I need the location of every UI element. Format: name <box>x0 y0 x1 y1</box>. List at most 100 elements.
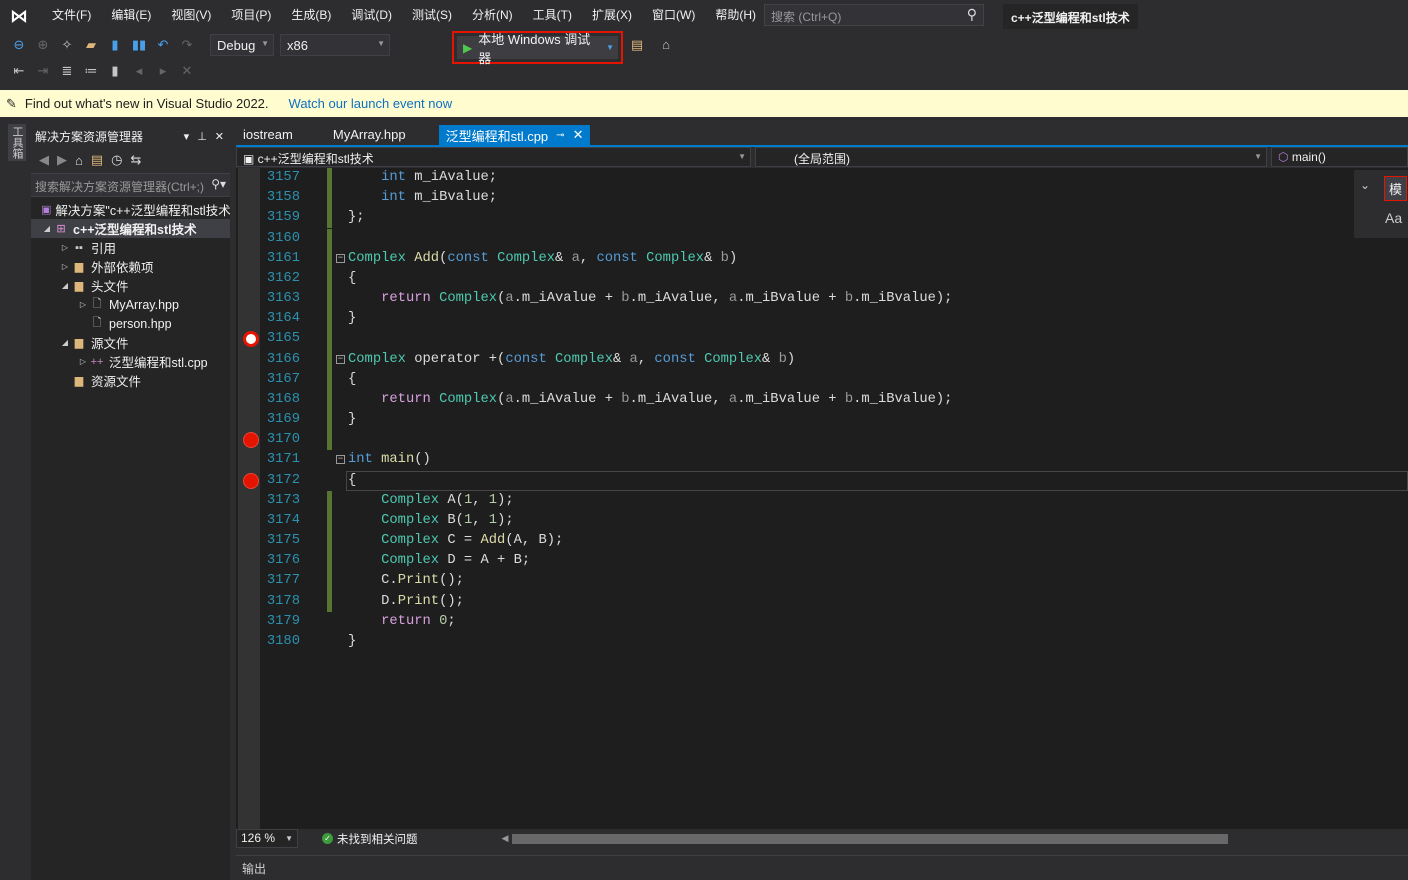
bookmark-icon[interactable]: ▮ <box>106 63 124 79</box>
menu-item[interactable]: 编辑(E) <box>101 0 161 31</box>
tab-myarray[interactable]: MyArray.hpp <box>326 125 413 145</box>
tree-item[interactable]: ▆ 资源文件 <box>31 371 230 390</box>
chevron-down-icon[interactable]: ⌄ <box>1360 178 1370 192</box>
screenshot-icon[interactable]: ⌂ <box>657 37 675 52</box>
code-line[interactable]: 3172{ <box>236 470 1408 491</box>
menu-item[interactable]: 视图(V) <box>161 0 221 31</box>
home-icon[interactable]: ⌂ <box>75 153 83 168</box>
redo-icon[interactable]: ↷ <box>178 37 196 53</box>
menu-item[interactable]: 调试(D) <box>341 0 402 31</box>
config-dropdown[interactable]: Debug ▼ <box>210 34 274 56</box>
code-line[interactable]: 3159}; <box>236 208 1408 229</box>
expander-icon[interactable]: ▷ <box>59 243 71 252</box>
code-line[interactable]: 3165 <box>236 329 1408 350</box>
code-line[interactable]: 3173 Complex A(1, 1); <box>236 490 1408 511</box>
code-line[interactable]: 3178 D.Print(); <box>236 591 1408 612</box>
code-line[interactable]: 3160 <box>236 228 1408 249</box>
pin-icon[interactable]: ⊸ <box>556 130 564 141</box>
code-line[interactable]: 3176 Complex D = A + B; <box>236 551 1408 572</box>
collapse-icon[interactable]: − <box>336 455 345 465</box>
code-editor[interactable]: 3157 int m_iAvalue; 3158 int m_iBvalue; 31… <box>236 168 1408 829</box>
code-line[interactable]: 3161− Complex Add(const Complex& a, const… <box>236 248 1408 269</box>
sync-icon[interactable]: ⇆ <box>131 152 142 168</box>
code-line[interactable]: 3167{ <box>236 369 1408 390</box>
back-icon[interactable]: ⊖ <box>10 37 28 53</box>
menu-item[interactable]: 帮助(H) <box>705 0 766 31</box>
code-line[interactable]: 3174 Complex B(1, 1); <box>236 510 1408 532</box>
member-dropdown[interactable]: ⬡ main() <box>1271 147 1408 167</box>
search-input[interactable]: 搜索 (Ctrl+Q) ⚲ <box>764 4 984 26</box>
tab-main-cpp[interactable]: 泛型编程和stl.cpp ⊸ ✕ <box>438 125 591 145</box>
code-line[interactable]: 3169} <box>236 410 1408 431</box>
expander-icon[interactable]: ▷ <box>77 357 89 366</box>
menu-item[interactable]: 工具(T) <box>523 0 582 31</box>
tree-item[interactable]: ▣ 解决方案"c++泛型编程和stl技术" <box>31 200 230 219</box>
issues-status[interactable]: 未找到相关问题 <box>337 831 418 847</box>
open-icon[interactable]: ▰ <box>82 37 100 53</box>
code-line[interactable]: 3163 return Complex(a.m_iAvalue + b.m_iA… <box>236 289 1408 310</box>
horizontal-scrollbar[interactable] <box>512 833 1229 844</box>
pending-changes-icon[interactable]: ◷ <box>111 152 122 168</box>
menu-item[interactable]: 分析(N) <box>462 0 523 31</box>
chevron-down-icon[interactable]: ▼ <box>606 43 614 52</box>
tab-iostream[interactable]: iostream <box>236 125 300 145</box>
menu-item[interactable]: 窗口(W) <box>642 0 705 31</box>
tree-item[interactable]: ▷ ++ 泛型编程和stl.cpp <box>31 352 230 371</box>
solution-search-input[interactable]: 搜索解决方案资源管理器(Ctrl+;) ⚲▾ <box>31 173 230 197</box>
code-line[interactable]: 3170 <box>236 430 1408 451</box>
match-case-toggle[interactable]: Aa <box>1385 210 1402 226</box>
code-line[interactable]: 3158 int m_iBvalue; <box>236 188 1408 209</box>
code-line[interactable]: 3164} <box>236 309 1408 330</box>
tree-item[interactable]: ▷ ▆ 外部依赖项 <box>31 257 230 276</box>
code-line[interactable]: 3179 return 0; <box>236 612 1408 632</box>
tree-item[interactable]: ◢ ⊞ c++泛型编程和stl技术 <box>31 219 230 238</box>
output-panel-tab[interactable]: 输出 <box>236 855 1408 880</box>
scroll-left-icon[interactable]: ◀ <box>502 833 509 844</box>
dropdown-icon[interactable]: ▾ <box>184 130 190 143</box>
back-icon[interactable]: ◀ <box>39 152 49 168</box>
expander-icon[interactable]: ◢ <box>59 338 71 347</box>
run-debugger-button[interactable]: ▶ 本地 Windows 调试器 ▼ <box>452 31 623 66</box>
close-icon[interactable]: ✕ <box>215 130 224 143</box>
code-line[interactable]: 3162{ <box>236 268 1408 289</box>
tree-item[interactable]: ▷ ▪▪ 引用 <box>31 238 230 257</box>
menu-item[interactable]: 测试(S) <box>402 0 462 31</box>
menu-item[interactable]: 扩展(X) <box>582 0 642 31</box>
code-line[interactable]: 3168 return Complex(a.m_iAvalue + b.m_iA… <box>236 389 1408 411</box>
outdent-icon[interactable]: ⇥ <box>34 63 52 79</box>
tree-item[interactable]: ◢ ▆ 源文件 <box>31 333 230 352</box>
collapse-icon[interactable]: − <box>336 253 345 263</box>
menu-item[interactable]: 项目(P) <box>221 0 281 31</box>
expander-icon[interactable]: ▷ <box>77 300 89 309</box>
code-line[interactable]: 3157 int m_iAvalue; <box>236 168 1408 189</box>
next-bookmark-icon[interactable]: ▸ <box>154 63 172 79</box>
pin-icon[interactable]: ⊥ <box>197 130 207 143</box>
zoom-dropdown[interactable]: 126 % ▼ <box>236 829 298 848</box>
clear-bookmarks-icon[interactable]: ✕ <box>178 63 196 79</box>
tree-item[interactable]: ▷ 🗋 MyArray.hpp <box>31 295 230 314</box>
collapse-icon[interactable]: − <box>336 354 345 364</box>
toolbox-tab[interactable]: 工具箱 <box>8 124 26 161</box>
save-all-icon[interactable]: ▮▮ <box>130 37 148 53</box>
save-icon[interactable]: ▮ <box>106 37 124 53</box>
prev-bookmark-icon[interactable]: ◂ <box>130 63 148 79</box>
expander-icon[interactable]: ◢ <box>41 224 53 233</box>
code-line[interactable]: 3177 C.Print(); <box>236 571 1408 592</box>
code-line[interactable]: 3180} <box>236 632 1408 652</box>
new-project-icon[interactable]: ✧ <box>58 37 76 53</box>
code-line[interactable]: 3171− int main() <box>236 450 1408 470</box>
tree-item[interactable]: ◢ ▆ 头文件 <box>31 276 230 295</box>
find-in-files-icon[interactable]: ▤ <box>628 37 646 53</box>
project-dropdown[interactable]: ▣ c++泛型编程和stl技术 ▼ <box>236 147 751 167</box>
expander-icon[interactable]: ◢ <box>59 281 71 290</box>
forward-icon[interactable]: ▶ <box>57 152 67 168</box>
scope-dropdown[interactable]: (全局范围) ▼ <box>755 147 1267 167</box>
code-line[interactable]: 3175 Complex C = Add(A, B); <box>236 531 1408 552</box>
forward-icon[interactable]: ⊕ <box>34 37 52 53</box>
tree-item[interactable]: 🗋 person.hpp <box>31 314 230 333</box>
launch-event-link[interactable]: Watch our launch event now <box>289 96 453 111</box>
platform-dropdown[interactable]: x86 ▼ <box>280 34 390 56</box>
expander-icon[interactable]: ▷ <box>59 262 71 271</box>
menu-item[interactable]: 文件(F) <box>42 0 101 31</box>
close-icon[interactable]: ✕ <box>573 127 584 143</box>
